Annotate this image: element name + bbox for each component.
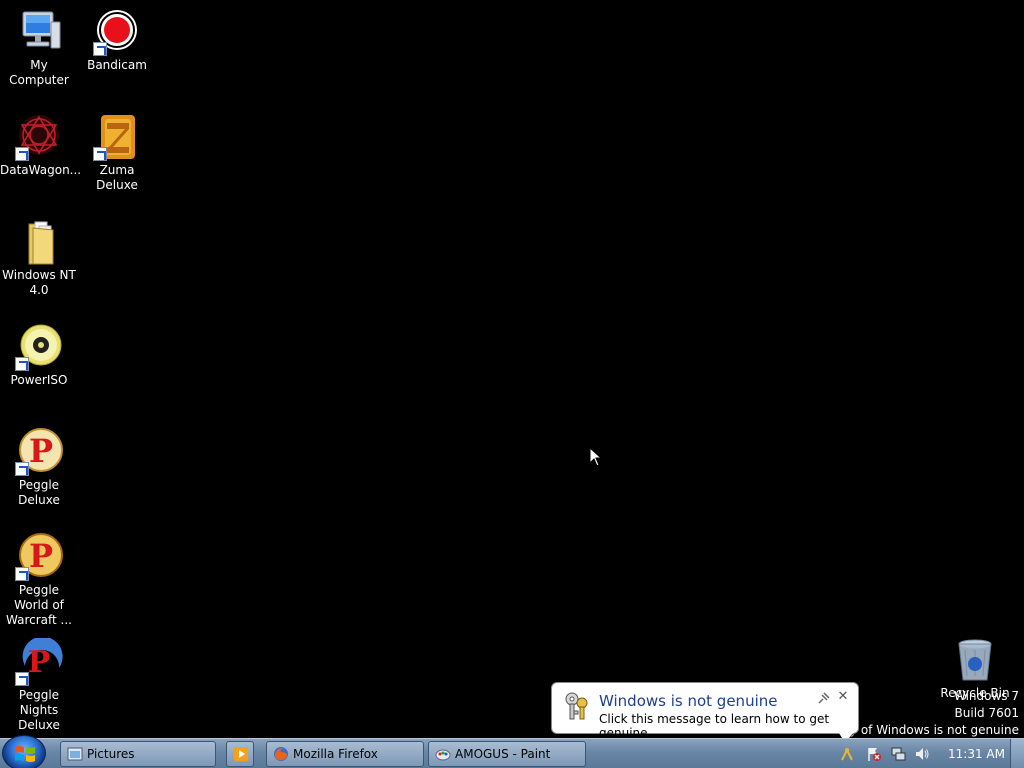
start-button[interactable] — [2, 735, 46, 768]
taskbar-button-pictures[interactable]: Pictures — [60, 741, 216, 767]
peggle-nights-icon: P — [15, 636, 63, 686]
folder-icon — [15, 218, 63, 266]
computer-icon — [15, 8, 63, 56]
taskbar-button-label: AMOGUS - Paint — [455, 747, 551, 761]
volume-icon[interactable] — [914, 746, 930, 762]
genuine-warning-icon[interactable] — [839, 746, 855, 762]
desktop-icon-label: My Computer — [9, 58, 69, 87]
desktop-icon-zuma-deluxe[interactable]: Zuma Deluxe — [78, 113, 156, 193]
desktop-icon-label: Peggle World of Warcraft ... — [6, 583, 72, 627]
zuma-icon — [93, 113, 141, 161]
desktop-icon-windows-nt[interactable]: Windows NT 4.0 — [0, 218, 78, 298]
balloon-message[interactable]: Click this message to learn how to get g… — [599, 712, 858, 740]
desktop-icon-bandicam[interactable]: Bandicam — [78, 8, 156, 73]
shortcut-arrow-icon — [93, 147, 107, 161]
recycle-bin-icon — [951, 636, 999, 684]
peggle-icon: P — [15, 428, 63, 476]
desktop[interactable]: My Computer Bandicam DataWagon... Zuma D… — [0, 0, 1024, 743]
paint-icon — [435, 746, 451, 762]
desktop-icon-peggle-nights[interactable]: P Peggle Nights Deluxe — [0, 636, 78, 733]
desktop-icon-my-computer[interactable]: My Computer — [0, 8, 78, 88]
close-icon[interactable]: ✕ — [835, 689, 851, 705]
svg-text:P: P — [29, 537, 53, 575]
shortcut-arrow-icon — [15, 357, 29, 371]
network-icon[interactable] — [890, 746, 906, 762]
taskbar-button-label: Mozilla Firefox — [293, 747, 378, 761]
windows-logo-icon — [15, 746, 35, 762]
taskbar-button-label: Pictures — [87, 747, 135, 761]
desktop-icon-label: Windows NT 4.0 — [2, 268, 76, 297]
keys-icon — [562, 691, 592, 721]
bandicam-icon — [93, 8, 141, 56]
show-desktop-button[interactable] — [1010, 739, 1024, 768]
desktop-icon-label: DataWagon... — [0, 163, 82, 177]
balloon-title: Windows is not genuine — [599, 692, 778, 710]
not-genuine-balloon[interactable]: Windows is not genuine Click this messag… — [551, 682, 859, 743]
desktop-icon-label: Peggle Nights Deluxe — [18, 688, 60, 732]
desktop-icon-datawagon[interactable]: DataWagon... — [0, 113, 82, 178]
svg-text:P: P — [29, 432, 53, 470]
options-icon[interactable] — [817, 691, 831, 705]
folder-window-icon — [67, 746, 83, 762]
clock[interactable]: 11:31 AM — [948, 739, 1005, 768]
media-player-icon — [233, 746, 249, 762]
shortcut-arrow-icon — [15, 147, 29, 161]
desktop-icon-label: Bandicam — [87, 58, 147, 72]
firefox-icon — [273, 746, 289, 762]
desktop-icon-peggle-deluxe[interactable]: P Peggle Deluxe — [0, 428, 78, 508]
action-center-flag-icon[interactable] — [866, 746, 882, 762]
taskbar: Pictures Mozilla Firefox AMOGUS - Paint … — [0, 735, 1024, 768]
desktop-icon-poweriso[interactable]: PowerISO — [0, 323, 78, 388]
desktop-icon-peggle-warcraft[interactable]: P Peggle World of Warcraft ... — [0, 533, 78, 628]
desktop-icon-label: Peggle Deluxe — [18, 478, 60, 507]
disc-icon — [15, 323, 63, 371]
shortcut-arrow-icon — [15, 462, 29, 476]
shortcut-arrow-icon — [15, 567, 29, 581]
desktop-icon-label: Zuma Deluxe — [96, 163, 138, 192]
shortcut-arrow-icon — [93, 42, 107, 56]
peggle-icon: P — [15, 533, 63, 581]
shortcut-arrow-icon — [15, 672, 29, 686]
taskbar-button-paint[interactable]: AMOGUS - Paint — [428, 741, 586, 767]
desktop-icon-label: PowerISO — [10, 373, 68, 387]
taskbar-button-firefox[interactable]: Mozilla Firefox — [266, 741, 424, 767]
quick-launch-media-player[interactable] — [226, 741, 254, 767]
datawagon-icon — [15, 113, 63, 161]
svg-text:P: P — [28, 645, 51, 680]
